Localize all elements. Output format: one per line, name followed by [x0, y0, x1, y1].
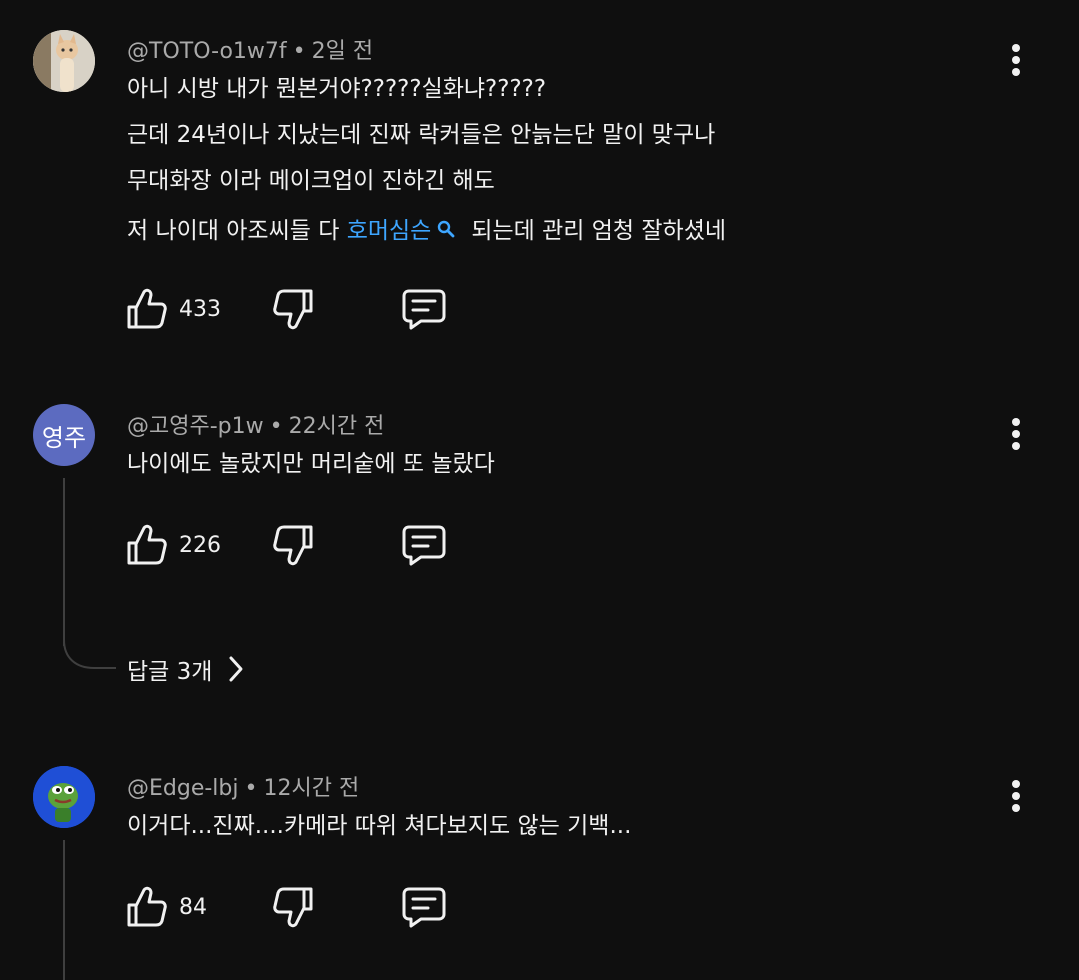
avatar[interactable] — [33, 766, 95, 828]
comment-text: 이거다...진짜....카메라 따위 쳐다보지도 않는 기백... — [127, 803, 631, 849]
reply-button[interactable] — [401, 521, 447, 569]
like-count: 433 — [179, 296, 221, 322]
more-vert-icon[interactable] — [1000, 40, 1032, 80]
reply-icon — [402, 887, 446, 928]
comment-line: 근데 24년이나 지났는데 진짜 락커들은 안늙는단 말이 맞구나 — [127, 122, 716, 148]
comment-3: @Edge-lbj • 12시간 전 이거다...진짜....카메라 따위 쳐다보지… — [0, 720, 1079, 980]
more-vert-icon[interactable] — [1000, 776, 1032, 816]
thumbs-down-icon — [273, 887, 313, 928]
thumbs-down-icon — [273, 525, 313, 566]
comment-time: 22시간 전 — [288, 414, 385, 439]
view-replies-button[interactable]: 답글 3개 — [127, 652, 246, 686]
comment-text: 나이에도 놀랐지만 머리숱에 또 놀랐다 — [127, 441, 495, 487]
dislike-button[interactable] — [273, 883, 315, 931]
thumbs-up-icon — [127, 886, 167, 927]
comment-line: 무대화장 이라 메이크업이 진하긴 해도 — [127, 168, 495, 194]
comment-actions: 433 — [125, 285, 485, 333]
like-button[interactable]: 226 — [125, 521, 221, 569]
thumbs-up-icon — [127, 524, 167, 565]
comment-line: 아니 시방 내가 뭔본거야?????실화냐????? — [127, 76, 547, 102]
reply-button[interactable] — [401, 285, 447, 333]
like-count: 226 — [179, 532, 221, 558]
comment-time: 2일 전 — [311, 39, 374, 64]
comment-author[interactable]: @TOTO-o1w7f — [127, 39, 287, 64]
replies-label: 답글 3개 — [127, 659, 213, 685]
thumbs-down-icon — [273, 289, 313, 330]
comment-author[interactable]: @고영주-p1w — [127, 414, 264, 439]
comment-line: 이거다...진짜....카메라 따위 쳐다보지도 않는 기백... — [127, 813, 632, 839]
thread-connector — [63, 630, 116, 669]
avatar[interactable]: 영주 — [33, 404, 95, 466]
like-count: 84 — [179, 894, 207, 920]
search-icon[interactable] — [437, 208, 455, 254]
dislike-button[interactable] — [273, 521, 315, 569]
thumbs-up-icon — [127, 288, 167, 329]
more-vert-icon[interactable] — [1000, 414, 1032, 454]
reply-icon — [402, 525, 446, 566]
comment-author[interactable]: @Edge-lbj — [127, 776, 239, 801]
reply-button[interactable] — [401, 883, 447, 931]
cat-photo-avatar-icon — [33, 30, 95, 92]
like-button[interactable]: 84 — [125, 883, 207, 931]
comment-meta: @TOTO-o1w7f • 2일 전 — [127, 39, 374, 64]
avatar[interactable] — [33, 30, 95, 92]
comment-meta: @Edge-lbj • 12시간 전 — [127, 776, 360, 801]
like-button[interactable]: 433 — [125, 285, 221, 333]
comment-text: 아니 시방 내가 뭔본거야?????실화냐????? 근데 24년이나 지났는데… — [127, 66, 726, 254]
dislike-button[interactable] — [273, 285, 315, 333]
avatar-initials: 영주 — [41, 423, 87, 452]
chevron-right-icon — [229, 656, 243, 682]
search-link[interactable]: 호머심슨 — [347, 218, 432, 244]
comment-time: 12시간 전 — [263, 776, 360, 801]
comment-line: 나이에도 놀랐지만 머리숱에 또 놀랐다 — [127, 451, 495, 477]
comment-actions: 84 — [125, 883, 485, 931]
comment-meta: @고영주-p1w • 22시간 전 — [127, 414, 385, 439]
comment-line: 저 나이대 아조씨들 다 호머심슨 되는데 관리 엄청 잘하셨네 — [127, 208, 726, 254]
reply-icon — [402, 289, 446, 330]
comment-actions: 226 — [125, 521, 485, 569]
comment-1: @TOTO-o1w7f • 2일 전 아니 시방 내가 뭔본거야?????실화냐??… — [0, 0, 1079, 360]
comment-2: 영주 @고영주-p1w • 22시간 전 나이에도 놀랐지만 머리숱에 또 놀랐다 … — [0, 360, 1079, 720]
pepe-frog-avatar-icon — [33, 766, 95, 828]
thread-line — [63, 478, 65, 646]
thread-line — [63, 840, 65, 980]
